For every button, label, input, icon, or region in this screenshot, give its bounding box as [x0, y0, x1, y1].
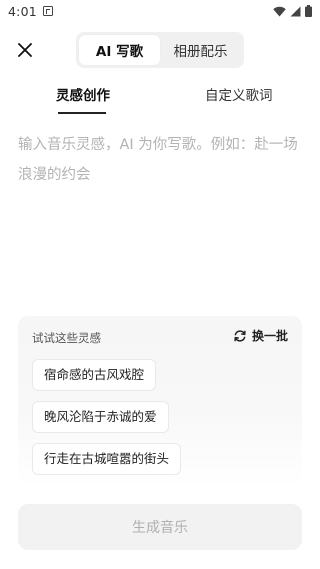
suggestion-chip[interactable]: 行走在古城喧嚣的街头 [32, 443, 182, 475]
battery-icon [305, 5, 312, 17]
close-icon [18, 43, 32, 57]
sub-tabs: 灵感创作 自定义歌词 [0, 84, 320, 114]
tab-indicator [58, 112, 106, 114]
inspiration-title: 试试这些灵感 [32, 331, 101, 345]
generate-music-button[interactable]: 生成音乐 [18, 504, 302, 550]
status-bar: 4:01 [0, 0, 320, 22]
close-button[interactable] [12, 37, 38, 63]
tab-inspiration[interactable]: 灵感创作 [56, 84, 110, 104]
suggestion-chip[interactable]: 宿命感的古风戏腔 [32, 359, 157, 391]
status-icons [273, 5, 312, 17]
signal-icon [290, 6, 301, 16]
suggestion-list: 宿命感的古风戏腔 晚风沦陷于赤诚的爱 行走在古城喧嚣的街头 [32, 359, 182, 475]
status-time: 4:01 [8, 3, 37, 19]
tab-ai-songwriting[interactable]: AI 写歌 [79, 35, 160, 65]
wifi-icon [273, 6, 286, 16]
tab-album-music[interactable]: 相册配乐 [160, 35, 241, 65]
refresh-label: 换一批 [251, 329, 288, 343]
refresh-button[interactable]: 换一批 [233, 327, 288, 344]
inspiration-card: 试试这些灵感 换一批 宿命感的古风戏腔 晚风沦陷于赤诚的爱 行走在古城喧嚣的街头 [18, 316, 302, 488]
refresh-icon [234, 329, 246, 342]
notification-icon [42, 6, 53, 16]
suggestion-chip[interactable]: 晚风沦陷于赤诚的爱 [32, 401, 169, 433]
mode-switch: AI 写歌 相册配乐 [76, 32, 244, 68]
header: AI 写歌 相册配乐 [0, 30, 320, 70]
tab-custom-lyrics[interactable]: 自定义歌词 [205, 84, 273, 104]
prompt-input[interactable] [18, 130, 304, 300]
